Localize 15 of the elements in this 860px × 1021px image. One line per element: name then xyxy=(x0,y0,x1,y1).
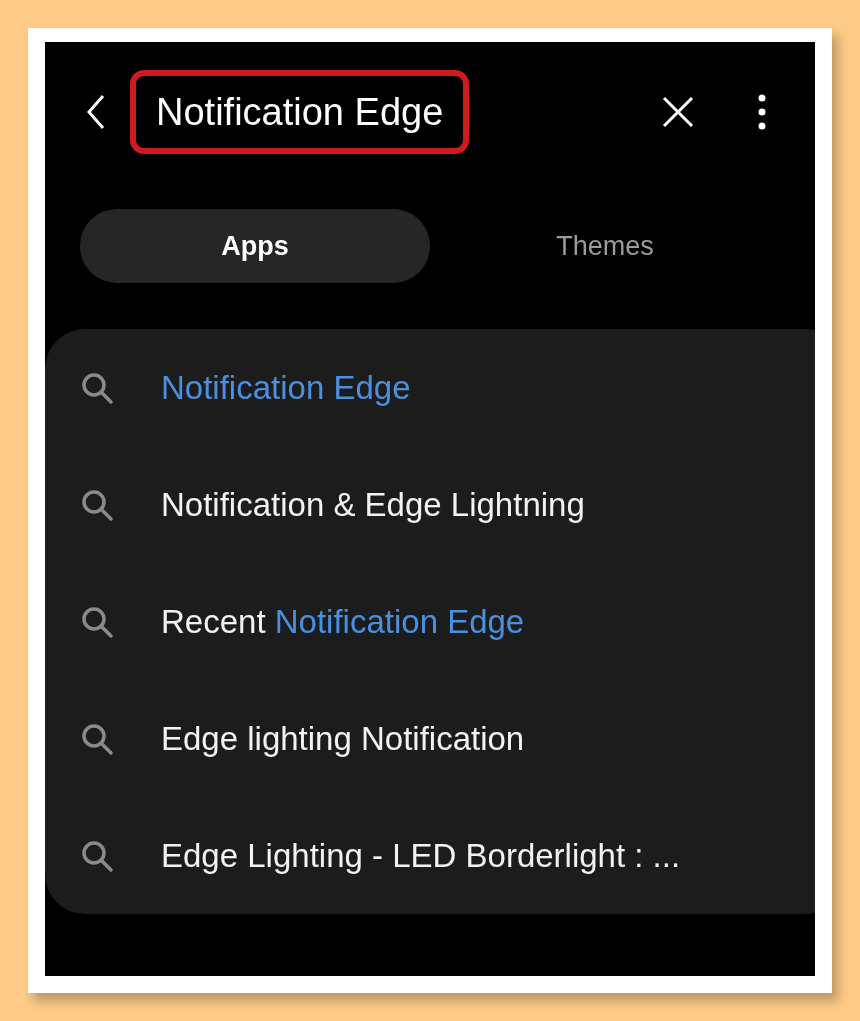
search-icon xyxy=(80,370,114,405)
suggestion-item[interactable]: Edge lighting Notification xyxy=(161,719,525,758)
suggestion-item[interactable]: Recent Notification Edge xyxy=(161,602,525,641)
search-field[interactable]: Notification Edge xyxy=(130,70,470,154)
search-icon xyxy=(80,721,114,756)
search-icon xyxy=(80,838,114,873)
close-icon[interactable] xyxy=(661,95,695,129)
tab[interactable]: Themes xyxy=(430,209,780,283)
suggestion-item[interactable]: Notification Edge xyxy=(161,368,411,407)
suggestion-item[interactable]: Notification & Edge Lightning xyxy=(161,485,585,524)
suggestion-item[interactable]: Edge Lighting - LED Borderlight : ... xyxy=(161,836,681,875)
tab[interactable]: Apps xyxy=(80,209,430,283)
more-icon[interactable] xyxy=(757,94,767,130)
search-icon xyxy=(80,487,114,522)
search-icon xyxy=(80,604,114,639)
